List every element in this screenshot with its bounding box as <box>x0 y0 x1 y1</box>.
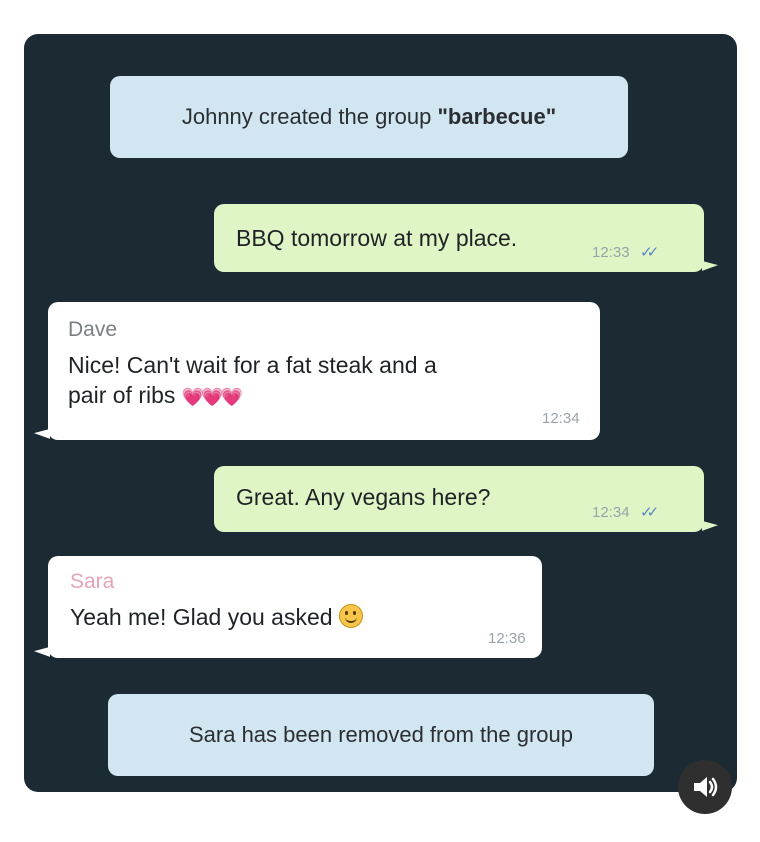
system-message-removed: Sara has been removed from the group <box>108 694 654 776</box>
double-check-icon: ✓✓ <box>640 504 659 521</box>
message-time: 12:34 <box>542 410 580 427</box>
sender-name: Dave <box>68 318 118 341</box>
message-text: Nice! Can't wait for a fat steak and a p… <box>68 350 437 412</box>
message-body: Nice! Can't wait for a fat steak and a p… <box>68 352 437 408</box>
smiley-emoji-icon <box>338 604 363 628</box>
chat-window: Johnny created the group "barbecue" BBQ … <box>24 34 737 792</box>
message-text: Yeah me! Glad you asked <box>70 602 363 632</box>
group-name: "barbecue" <box>437 104 557 129</box>
message-outgoing-bbq[interactable]: BBQ tomorrow at my place. 12:33 ✓✓ <box>214 204 704 272</box>
system-message-group-created: Johnny created the group "barbecue" <box>110 76 628 158</box>
message-time: 12:36 <box>488 630 526 647</box>
message-incoming-sara[interactable]: Sara Yeah me! Glad you asked 12:36 <box>48 556 542 658</box>
system-removed-text: Sara has been removed from the group <box>188 722 573 747</box>
system-created-prefix: Johnny created the group <box>181 104 438 129</box>
speaker-icon <box>694 777 718 797</box>
sound-toggle-button[interactable] <box>678 760 732 814</box>
message-incoming-dave[interactable]: Dave Nice! Can't wait for a fat steak an… <box>48 302 600 440</box>
message-text: Great. Any vegans here? <box>236 484 491 510</box>
message-text: BBQ tomorrow at my place. <box>236 225 518 251</box>
message-outgoing-vegans[interactable]: Great. Any vegans here? 12:34 ✓✓ <box>214 466 704 532</box>
sender-name: Sara <box>70 570 115 593</box>
message-time: 12:33 <box>592 244 630 261</box>
message-time: 12:34 <box>592 504 630 521</box>
heart-emoji-icon: 💗💗💗 <box>181 387 243 407</box>
double-check-icon: ✓✓ <box>640 244 659 261</box>
message-body: Yeah me! Glad you asked <box>70 604 333 630</box>
